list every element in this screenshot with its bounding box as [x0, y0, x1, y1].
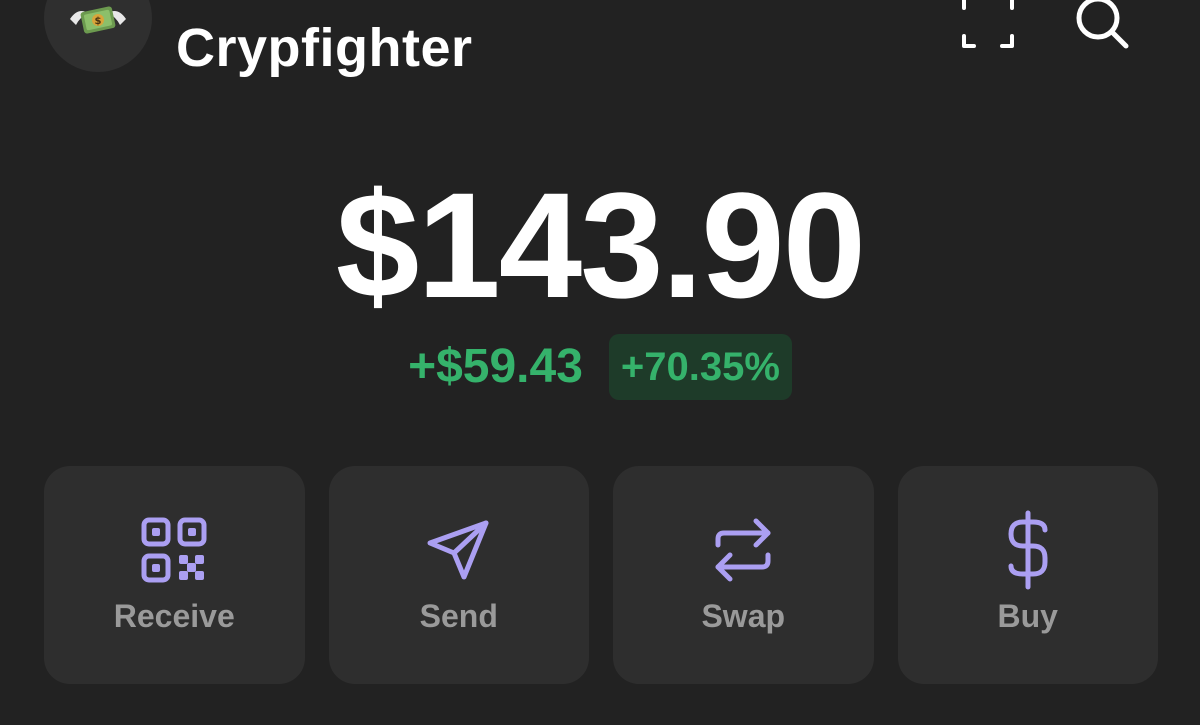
swap-icon [707, 514, 779, 586]
money-with-wings-icon: $ [70, 6, 126, 34]
send-icon [423, 514, 495, 586]
change-amount: +$59.43 [408, 340, 583, 393]
search-icon [1076, 0, 1129, 49]
scan-button[interactable] [956, 0, 1020, 54]
receive-button[interactable]: Receive [44, 466, 305, 684]
buy-label: Buy [997, 598, 1058, 634]
swap-label: Swap [701, 598, 786, 634]
change-percent-badge: +70.35% [608, 334, 792, 400]
send-button[interactable]: Send [328, 466, 589, 684]
dollar-icon [992, 510, 1064, 590]
total-balance: $143.90 [335, 161, 866, 329]
account-label-truncated [178, 0, 218, 4]
receive-label: Receive [113, 598, 235, 634]
buy-button[interactable]: Buy [897, 466, 1158, 684]
search-button[interactable] [1070, 0, 1134, 54]
send-label: Send [419, 598, 498, 634]
qr-code-icon [138, 514, 210, 586]
scan-icon [962, 0, 1014, 48]
account-name[interactable]: Crypfighter [176, 16, 473, 80]
account-avatar[interactable]: $ [44, 0, 152, 72]
action-buttons: Receive Send Swap Buy [44, 466, 1158, 684]
svg-text:$: $ [95, 16, 102, 27]
wallet-screen: $ Crypfighter $143.90 +$59.43 +70.35% Re… [0, 0, 1200, 725]
balance-change-row: +$59.43 +70.35% [0, 334, 1200, 400]
swap-button[interactable]: Swap [613, 466, 874, 684]
